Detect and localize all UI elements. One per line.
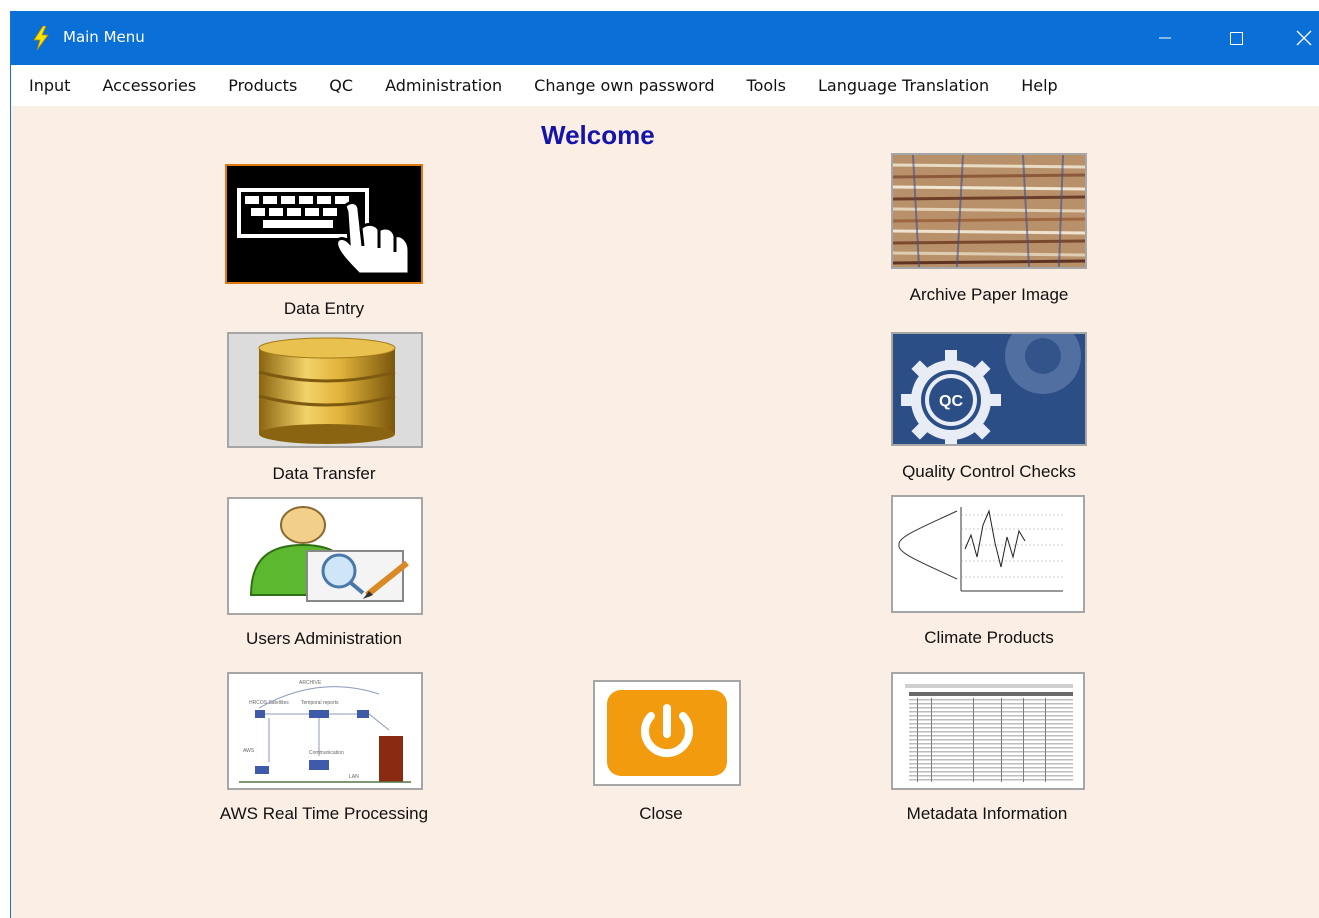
welcome-heading: Welcome: [541, 120, 655, 150]
menu-qc[interactable]: QC: [313, 65, 369, 106]
paper-archive-icon[interactable]: [891, 153, 1087, 269]
minimize-icon: [1159, 37, 1171, 39]
tile-label: AWS Real Time Processing: [219, 804, 429, 823]
menu-change-password[interactable]: Change own password: [518, 65, 730, 106]
close-icon: [1296, 30, 1312, 46]
menu-products[interactable]: Products: [212, 65, 313, 106]
title-bar[interactable]: Main Menu: [11, 11, 1319, 65]
maximize-button[interactable]: [1213, 11, 1259, 65]
tile-label: Metadata Information: [906, 804, 1068, 823]
power-icon[interactable]: [593, 680, 741, 786]
keyboard-hand-icon[interactable]: [225, 164, 423, 284]
menu-language-translation[interactable]: Language Translation: [802, 65, 1005, 106]
main-content: Welcome Data Entry Data Transfer Users A…: [11, 106, 1319, 918]
qc-gear-icon[interactable]: QC: [891, 332, 1087, 446]
svg-text:AWS: AWS: [243, 748, 255, 754]
menu-input[interactable]: Input: [11, 65, 86, 106]
svg-text:HRCOS Satellites: HRCOS Satellites: [249, 700, 289, 706]
svg-text:ARCHIVE: ARCHIVE: [299, 680, 322, 686]
menu-accessories[interactable]: Accessories: [86, 65, 212, 106]
tile-label: Close: [639, 804, 683, 823]
window-title: Main Menu: [63, 28, 145, 46]
metadata-table-icon[interactable]: [891, 672, 1085, 790]
svg-text:Communication: Communication: [309, 750, 344, 756]
tile-label: Data Transfer: [272, 464, 376, 483]
climate-chart-icon[interactable]: [891, 495, 1085, 613]
database-icon[interactable]: [227, 332, 423, 448]
menu-bar: Input Accessories Products QC Administra…: [11, 65, 1319, 106]
menu-tools[interactable]: Tools: [731, 65, 802, 106]
svg-text:LAN: LAN: [349, 774, 359, 780]
minimize-button[interactable]: [1142, 11, 1188, 65]
qc-badge-text: QC: [939, 393, 963, 410]
tile-label: Quality Control Checks: [902, 462, 1076, 481]
tile-label: Climate Products: [924, 628, 1054, 647]
close-window-button[interactable]: [1281, 11, 1319, 65]
tile-label: Users Administration: [246, 629, 402, 648]
lightning-bolt-icon: [33, 26, 49, 50]
menu-administration[interactable]: Administration: [369, 65, 518, 106]
network-diagram-icon[interactable]: ARCHIVE HRCOS Satellites Temporal reports …: [227, 672, 423, 790]
main-window: Main Menu Input Accessories Products QC …: [10, 11, 1319, 918]
tile-label: Archive Paper Image: [909, 285, 1069, 304]
svg-text:Temporal reports: Temporal reports: [301, 700, 339, 706]
menu-help[interactable]: Help: [1005, 65, 1073, 106]
tile-label: Data Entry: [283, 299, 365, 318]
maximize-icon: [1229, 31, 1243, 45]
user-admin-icon[interactable]: [227, 497, 423, 615]
